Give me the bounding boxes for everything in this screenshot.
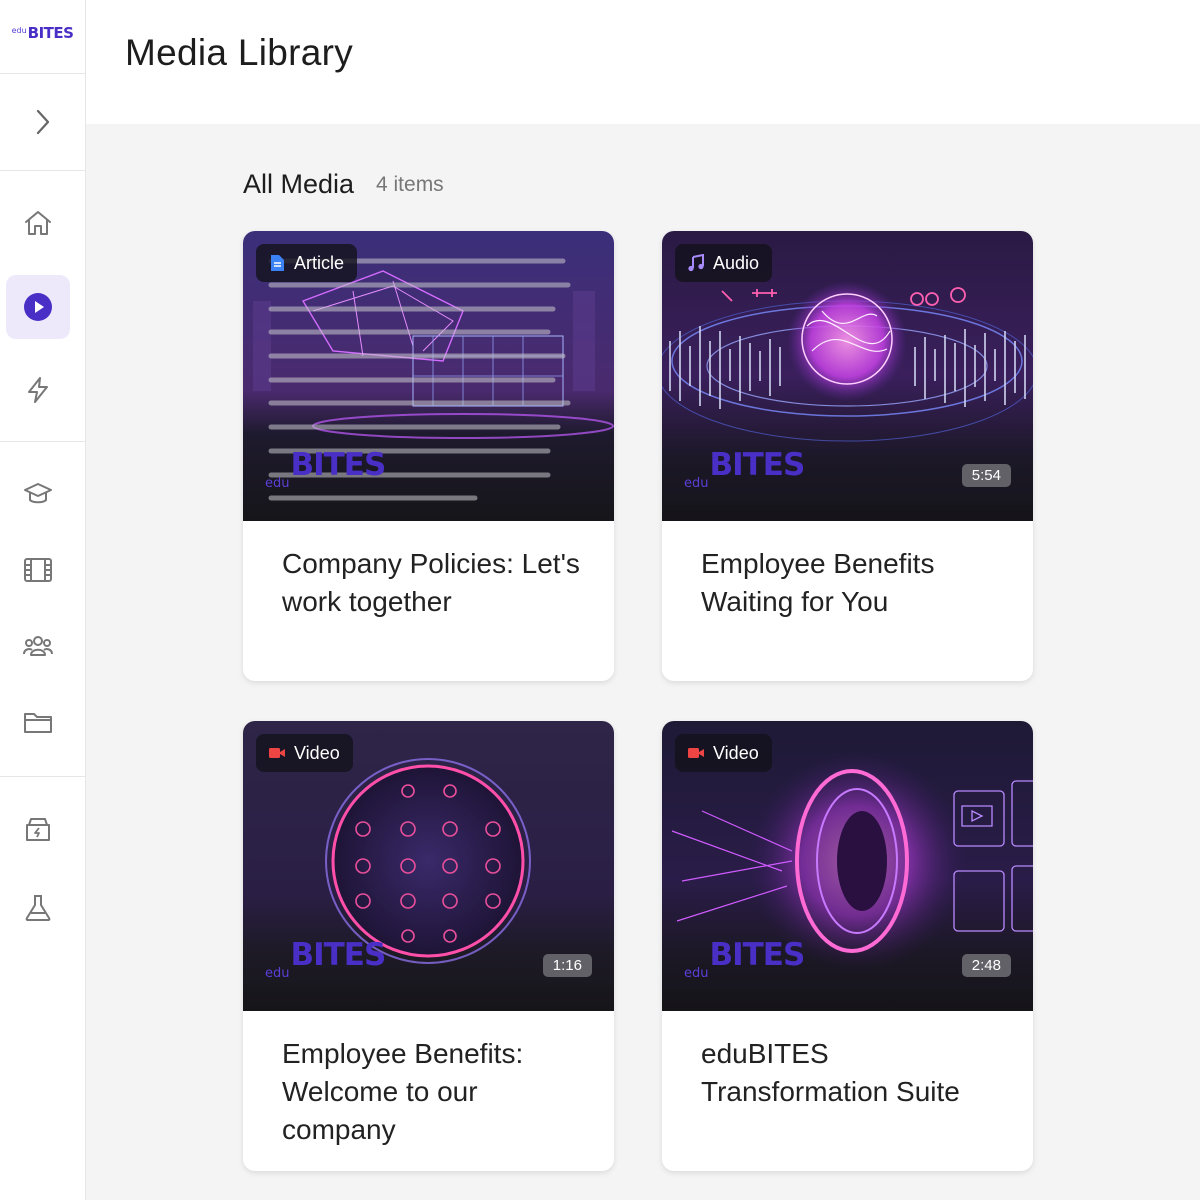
flask-icon [25, 895, 51, 921]
media-duration: 2:48 [961, 954, 1011, 977]
media-type-label: Video [294, 742, 340, 763]
media-type-badge: Video [256, 734, 353, 772]
media-type-badge: Audio [675, 244, 773, 282]
sidebar-item-courses[interactable] [6, 461, 70, 525]
archive-bolt-icon [26, 818, 50, 841]
media-type-badge: Video [675, 734, 772, 772]
brand-text: BITES [709, 937, 806, 973]
brand-watermark: edu BITES [684, 937, 806, 982]
media-card[interactable]: edu BITES 1:16 Video Employee Benefits: … [243, 721, 614, 1171]
video-camera-icon [269, 748, 285, 758]
media-thumbnail: edu BITES 2:48 Video [662, 721, 1033, 1011]
sidebar-item-lab[interactable] [6, 876, 70, 940]
main-content: All Media 4 items edu BITES Article Comp… [86, 124, 1200, 1200]
page-title: Media Library [125, 32, 354, 73]
brand-text: BITES [709, 447, 806, 483]
lightning-icon [28, 377, 48, 403]
media-type-label: Audio [713, 252, 760, 273]
media-duration: 5:54 [961, 464, 1011, 487]
brand-text: BITES [290, 937, 387, 973]
logo-text: BITES [27, 23, 74, 42]
media-card[interactable]: edu BITES 5:54 Audio Employee Benefits W… [662, 231, 1033, 681]
media-title: eduBITES Transformation Suite [701, 1038, 960, 1107]
play-circle-icon [24, 293, 52, 321]
sidebar-item-files[interactable] [6, 690, 70, 754]
brand-watermark: edu BITES [265, 447, 387, 492]
app-logo[interactable]: edu BITES [0, 0, 85, 74]
media-thumbnail: edu BITES 1:16 Video [243, 721, 614, 1011]
section-title: All Media [243, 169, 355, 199]
media-title: Employee Benefits Waiting for You [701, 548, 935, 617]
media-card[interactable]: edu BITES 2:48 Video eduBITES Transforma… [662, 721, 1033, 1171]
sidebar-item-home[interactable] [6, 191, 70, 255]
media-title: Company Policies: Let's work together [282, 548, 580, 617]
media-card[interactable]: edu BITES Article Company Policies: Let'… [243, 231, 614, 681]
media-type-label: Video [713, 742, 759, 763]
brand-text: BITES [290, 447, 387, 483]
section-count: 4 items [376, 173, 444, 196]
media-thumbnail: edu BITES Article [243, 231, 614, 521]
sidebar-item-storage[interactable] [6, 797, 70, 861]
brand-prefix: edu [684, 476, 709, 491]
sidebar-item-quick[interactable] [6, 358, 70, 422]
logo-prefix: edu [11, 26, 27, 35]
chevron-right-icon [36, 109, 49, 135]
media-type-label: Article [294, 252, 345, 273]
brand-watermark: edu BITES [265, 937, 387, 982]
document-icon [271, 255, 284, 271]
sidebar-item-videos[interactable] [6, 538, 70, 602]
folder-icon [24, 713, 52, 733]
media-thumbnail: edu BITES 5:54 Audio [662, 231, 1033, 521]
sidebar-item-groups[interactable] [6, 614, 70, 678]
page-header: Media Library [86, 0, 1200, 124]
brand-prefix: edu [684, 966, 709, 981]
media-type-badge: Article [256, 244, 358, 282]
graduation-cap-icon [24, 483, 52, 504]
brand-prefix: edu [265, 476, 290, 491]
brand-prefix: edu [265, 966, 290, 981]
home-icon [25, 211, 51, 235]
media-duration: 1:16 [542, 954, 592, 977]
sidebar: edu BITES [0, 0, 86, 1200]
sidebar-item-media[interactable] [6, 275, 70, 339]
film-icon [24, 558, 52, 582]
users-icon [23, 636, 53, 656]
sidebar-expand-button[interactable] [0, 74, 85, 171]
nav-group-main [0, 171, 85, 442]
brand-watermark: edu BITES [684, 447, 806, 492]
nav-group-content [0, 442, 85, 777]
media-title: Employee Benefits: Welcome to our compan… [282, 1038, 524, 1145]
music-note-icon [688, 254, 704, 272]
video-camera-icon [688, 748, 704, 758]
